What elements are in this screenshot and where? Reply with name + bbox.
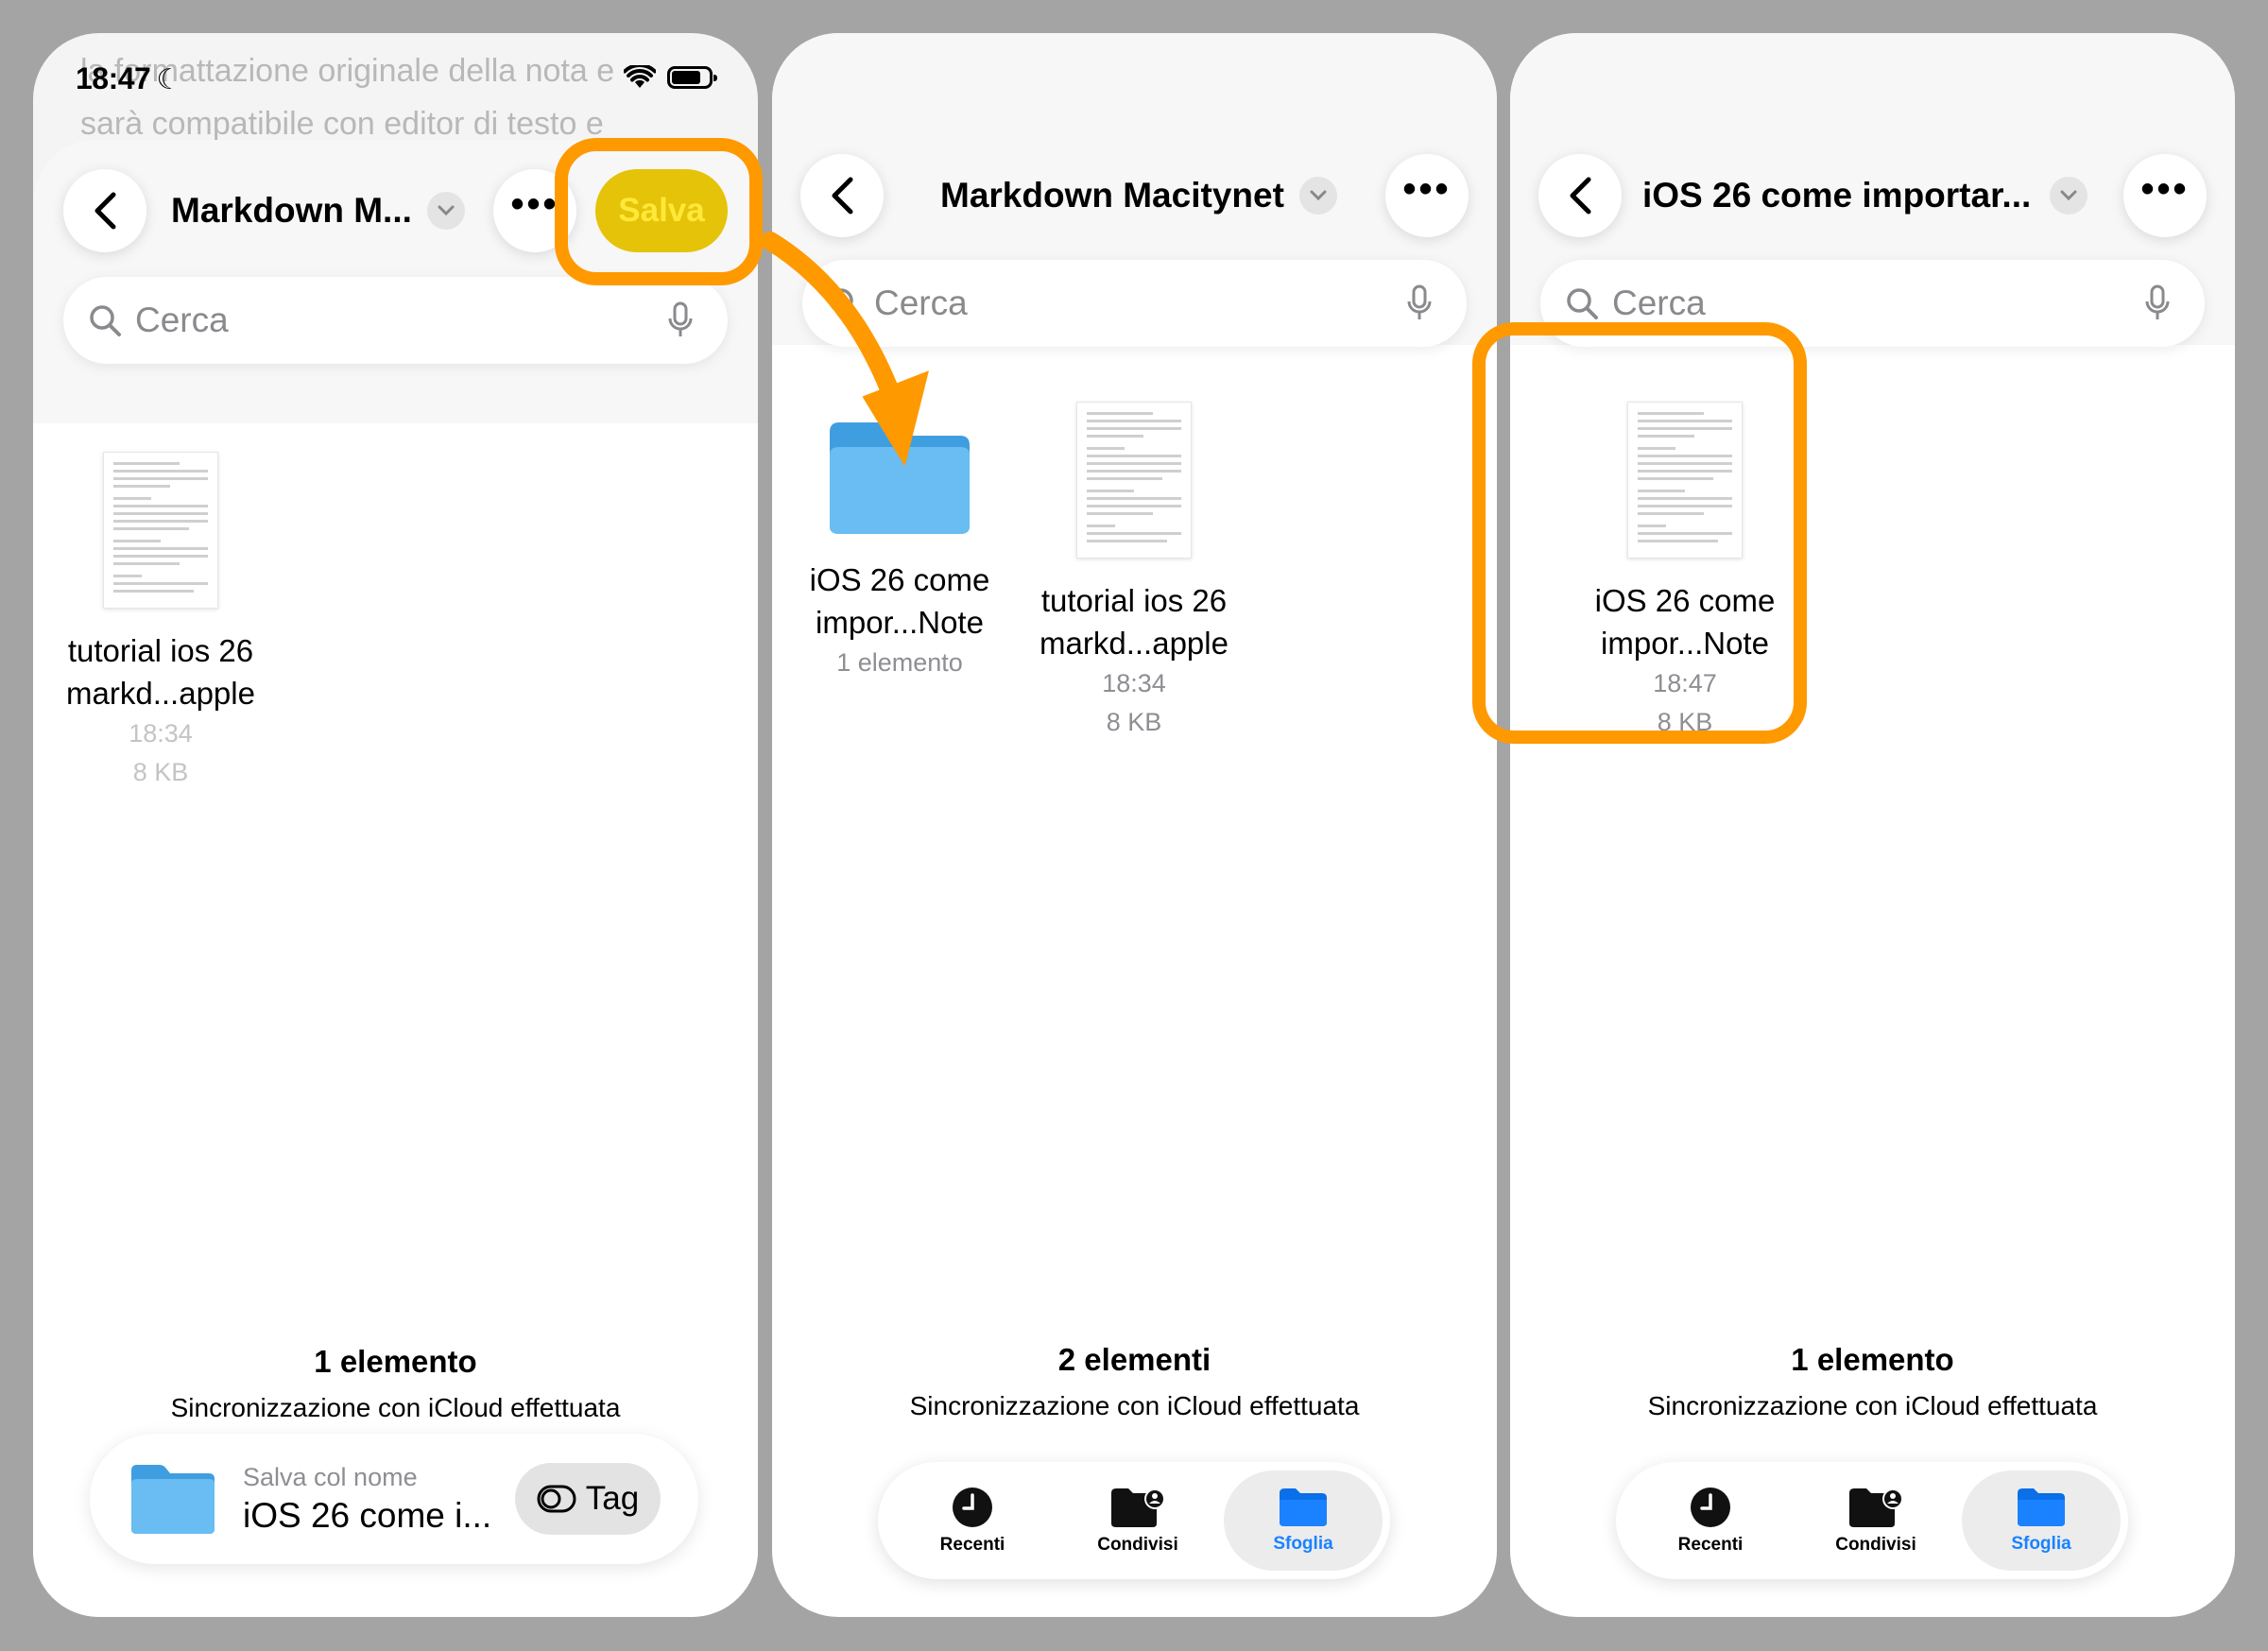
direction-arrow [761,232,929,467]
